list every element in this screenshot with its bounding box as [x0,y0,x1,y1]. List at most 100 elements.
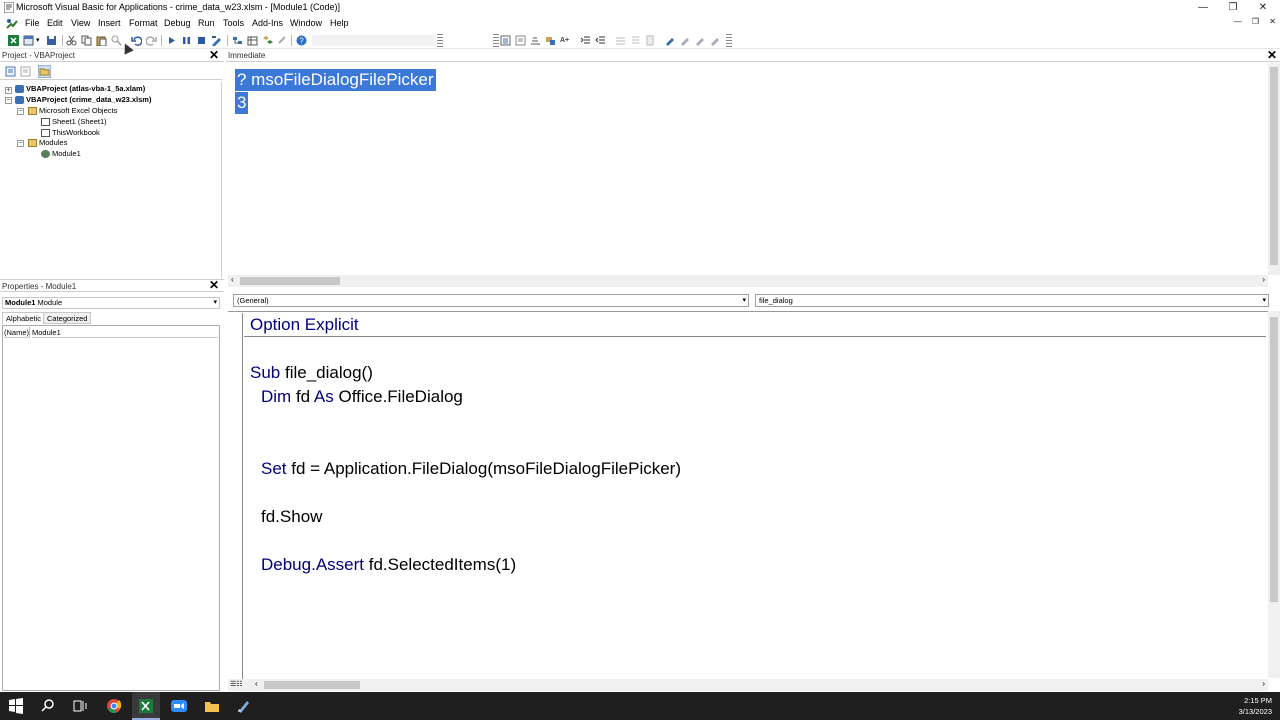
undo-icon[interactable] [131,35,142,46]
scrollbar-thumb[interactable] [1270,67,1278,265]
procedure-combo[interactable]: file_dialog ▾ [755,294,1269,307]
menu-format[interactable]: Format [129,18,158,28]
view-mode-icon[interactable]: ☰☷ [230,680,248,689]
properties-window-icon[interactable] [247,35,258,46]
immediate-text-area[interactable]: ? msoFileDialogFilePicker 3 [228,63,1268,275]
scroll-left-icon[interactable]: ‹ [231,275,234,284]
insert-module-icon[interactable] [23,35,34,46]
mdi-minimize-button[interactable]: — [1234,17,1242,26]
toggle-folders-icon[interactable] [38,65,51,78]
tree-node-crime-project[interactable]: VBAProject (crime_data_w23.xlsm) [15,95,151,105]
reset-icon[interactable] [196,35,207,46]
design-mode-icon[interactable] [211,35,222,46]
paste-icon[interactable] [96,35,107,46]
object-combo[interactable]: (General) ▾ [233,294,749,307]
vba-menu-icon[interactable] [6,18,18,30]
menu-view[interactable]: View [71,18,90,28]
scrollbar-thumb[interactable] [240,277,340,285]
next-bookmark-icon[interactable] [680,35,691,46]
tree-node-sheet1[interactable]: Sheet1 (Sheet1) [41,117,107,127]
toolbar-grip[interactable] [726,34,732,47]
view-object-icon[interactable] [20,66,31,77]
mdi-close-button[interactable]: ✕ [1269,17,1276,26]
expand-toggle-icon[interactable]: + [5,87,12,94]
system-clock[interactable]: 2:15 PM 3/13/2023 [1239,695,1272,717]
redo-icon[interactable] [146,35,157,46]
file-explorer-icon[interactable] [204,698,220,714]
menu-edit[interactable]: Edit [47,18,63,28]
windows-start-icon[interactable] [8,698,24,714]
list-properties-icon[interactable] [500,35,511,46]
complete-word-icon[interactable]: A+ [560,35,571,46]
save-icon[interactable] [46,35,57,46]
immediate-vertical-scrollbar[interactable] [1268,63,1280,275]
toolbar-grip[interactable] [437,34,443,47]
immediate-close-icon[interactable]: ✕ [1266,49,1278,62]
previous-bookmark-icon[interactable] [695,35,706,46]
scrollbar-thumb[interactable] [1270,317,1278,602]
copy-icon[interactable] [81,35,92,46]
view-code-icon[interactable] [5,66,16,77]
tree-node-thisworkbook[interactable]: ThisWorkbook [41,128,100,138]
menu-debug[interactable]: Debug [164,18,191,28]
toggle-bookmark-icon[interactable] [665,35,676,46]
properties-object-select[interactable]: Module1 Module ▾ [2,297,220,309]
minimize-button[interactable]: — [1188,0,1218,16]
properties-pane-close-icon[interactable]: ✕ [208,279,220,292]
scroll-right-icon[interactable]: › [1262,679,1265,688]
quick-info-icon[interactable] [530,35,541,46]
scrollbar-thumb[interactable] [264,681,360,689]
comment-block-icon[interactable] [630,35,641,46]
vba-editor-icon[interactable] [236,698,252,714]
chrome-icon[interactable] [106,698,122,714]
collapse-toggle-icon[interactable]: − [17,108,24,115]
scroll-right-icon[interactable]: › [1262,275,1265,284]
tree-node-excel-objects[interactable]: Microsoft Excel Objects [28,106,117,116]
menu-insert[interactable]: Insert [98,18,121,28]
project-pane-close-icon[interactable]: ✕ [208,49,220,62]
zoom-icon[interactable] [171,698,187,714]
mdi-restore-button[interactable]: ❐ [1252,17,1259,26]
immediate-horizontal-scrollbar[interactable]: ‹ › [228,275,1268,287]
margin-indicator-bar[interactable] [229,313,243,679]
menu-addins[interactable]: Add-Ins [252,18,283,28]
parameter-info-icon[interactable] [545,35,556,46]
list-constants-icon[interactable] [515,35,526,46]
task-view-icon[interactable] [72,698,88,714]
menu-help[interactable]: Help [330,18,349,28]
menu-run[interactable]: Run [198,18,215,28]
tab-categorized[interactable]: Categorized [43,312,92,324]
object-browser-icon[interactable] [262,35,273,46]
project-explorer-icon[interactable] [232,35,243,46]
code-vertical-scrollbar[interactable] [1268,311,1280,678]
outdent-icon[interactable] [595,35,606,46]
toolbox-icon[interactable] [277,35,288,46]
tree-node-atlas-project[interactable]: VBAProject (atlas-vba-1_5a.xlam) [15,84,145,94]
code-horizontal-scrollbar[interactable]: ☰☷ ‹ › [228,679,1268,691]
code-editor[interactable]: Option Explicit Sub file_dialog() Dim fd… [228,311,1268,678]
collapse-toggle-icon[interactable]: − [5,97,12,104]
break-icon[interactable] [181,35,192,46]
dropdown-arrow-icon[interactable]: ▾ [36,35,41,46]
toggle-breakpoint-icon[interactable] [615,35,626,46]
search-icon[interactable] [40,698,56,714]
close-button[interactable]: ✕ [1248,0,1278,16]
run-icon[interactable] [166,35,177,46]
tree-node-module1[interactable]: Module1 [41,149,81,159]
property-value-cell[interactable]: Module1 [32,327,218,338]
uncomment-block-icon[interactable] [645,35,656,46]
restore-button[interactable]: ❐ [1218,0,1248,16]
toolbar-grip[interactable] [493,34,499,47]
indent-icon[interactable] [580,35,591,46]
cut-icon[interactable] [66,35,77,46]
clear-bookmarks-icon[interactable] [710,35,721,46]
scroll-left-icon[interactable]: ‹ [255,679,258,688]
menu-file[interactable]: File [25,18,40,28]
help-icon[interactable]: ? [296,35,307,46]
tree-node-modules[interactable]: Modules [28,138,67,148]
collapse-toggle-icon[interactable]: − [17,140,24,147]
menu-window[interactable]: Window [290,18,322,28]
view-excel-icon[interactable] [8,35,19,46]
menu-tools[interactable]: Tools [223,18,244,28]
tab-alphabetic[interactable]: Alphabetic [2,312,46,324]
